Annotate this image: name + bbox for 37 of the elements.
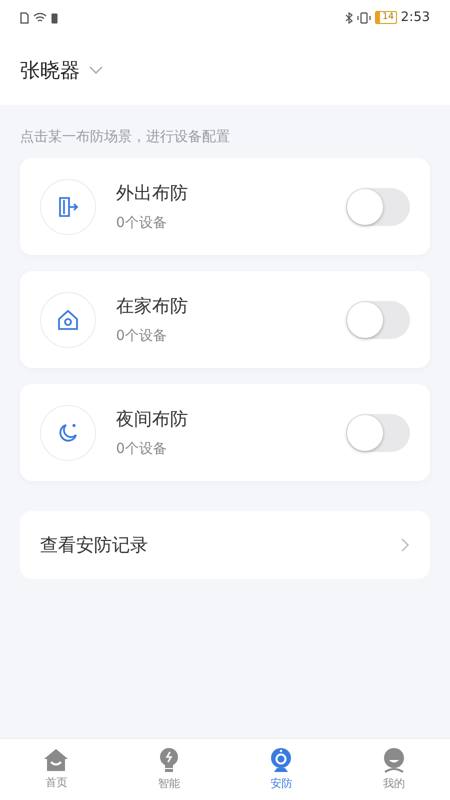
chevron-down-icon[interactable]	[88, 65, 104, 75]
door-exit-icon	[56, 194, 80, 218]
security-log-row[interactable]: 查看安防记录	[20, 511, 430, 579]
battery-level: 14	[375, 11, 397, 24]
scene-name: 夜间布防	[116, 408, 188, 432]
clock-time: 2:53	[400, 8, 430, 27]
device-count: 0个设备	[116, 326, 168, 346]
device-count: 0个设备	[116, 440, 168, 458]
toggle-switch[interactable]	[346, 188, 410, 226]
tab-label: 安防	[270, 776, 292, 792]
tab-bar-item[interactable]: 安防	[225, 739, 338, 800]
webcam-icon	[269, 746, 294, 773]
person-icon	[382, 746, 406, 773]
security-log-label: 查看安防记录	[40, 534, 149, 558]
scene-card[interactable]: 在家布防 0个设备	[20, 271, 430, 368]
scene-card[interactable]: 夜间布防 0个设备	[20, 384, 430, 481]
house-icon	[56, 308, 80, 332]
wifi-icon	[33, 12, 47, 23]
bluetooth-icon	[345, 12, 354, 24]
lightbulb-icon	[158, 746, 180, 773]
tab-label: 首页	[45, 774, 68, 791]
tab-bar-item[interactable]: 智能	[112, 739, 225, 800]
house-icon	[43, 748, 70, 772]
tab-label: 我的	[382, 776, 405, 792]
sim-card-icon	[20, 12, 29, 24]
battery-icon	[51, 12, 58, 24]
device-count: 0个设备	[116, 214, 168, 232]
vibrate-icon	[357, 12, 372, 24]
tab-label: 智能	[158, 776, 180, 792]
home-name[interactable]: 张晓器	[20, 55, 80, 85]
toggle-switch[interactable]	[346, 414, 410, 452]
scene-name: 外出布防	[116, 182, 188, 206]
hint-text: 点击某一布防场景，进行设备配置	[20, 128, 231, 147]
chevron-right-icon	[400, 537, 410, 553]
toggle-switch[interactable]	[346, 300, 410, 338]
scene-name: 在家布防	[116, 294, 188, 318]
scene-card[interactable]: 外出布防 0个设备	[20, 158, 430, 255]
